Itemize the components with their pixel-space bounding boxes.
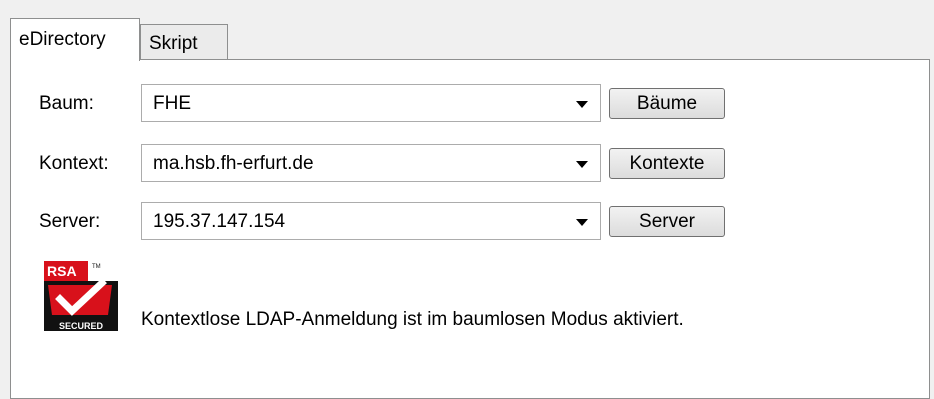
context-combobox[interactable]: ma.hsb.fh-erfurt.de — [141, 144, 601, 182]
info-message: Kontextlose LDAP-Anmeldung ist im baumlo… — [141, 309, 684, 330]
server-value: 195.37.147.154 — [153, 211, 286, 232]
tab-skript[interactable]: Skript — [140, 24, 228, 60]
trees-button[interactable]: Bäume — [609, 88, 725, 119]
tree-label: Baum: — [39, 93, 94, 114]
edirectory-panel: Baum: FHE Bäume Kontext: ma.hsb.fh-erfur… — [10, 59, 930, 399]
tree-combobox[interactable]: FHE — [141, 84, 601, 122]
context-value: ma.hsb.fh-erfurt.de — [153, 153, 314, 174]
tab-edirectory[interactable]: eDirectory — [10, 18, 140, 61]
rsa-tm-text: TM — [92, 264, 101, 270]
rsa-secured-logo-icon: RSA TM SECURED — [42, 259, 118, 331]
rsa-secured-text: SECURED — [59, 321, 104, 331]
context-label: Kontext: — [39, 153, 109, 174]
context-row: Kontext: ma.hsb.fh-erfurt.de Kontexte — [11, 144, 929, 184]
server-label: Server: — [39, 211, 101, 232]
tree-value: FHE — [153, 93, 191, 114]
contexts-button[interactable]: Kontexte — [609, 148, 725, 179]
tree-row: Baum: FHE Bäume — [11, 84, 929, 124]
rsa-brand-text: RSA — [47, 263, 77, 279]
server-combobox[interactable]: 195.37.147.154 — [141, 202, 601, 240]
dropdown-arrow-icon[interactable] — [576, 219, 588, 226]
server-button[interactable]: Server — [609, 206, 725, 237]
dropdown-arrow-icon[interactable] — [576, 161, 588, 168]
server-row: Server: 195.37.147.154 Server — [11, 202, 929, 242]
dropdown-arrow-icon[interactable] — [576, 101, 588, 108]
tab-strip: eDirectory Skript — [10, 18, 930, 61]
